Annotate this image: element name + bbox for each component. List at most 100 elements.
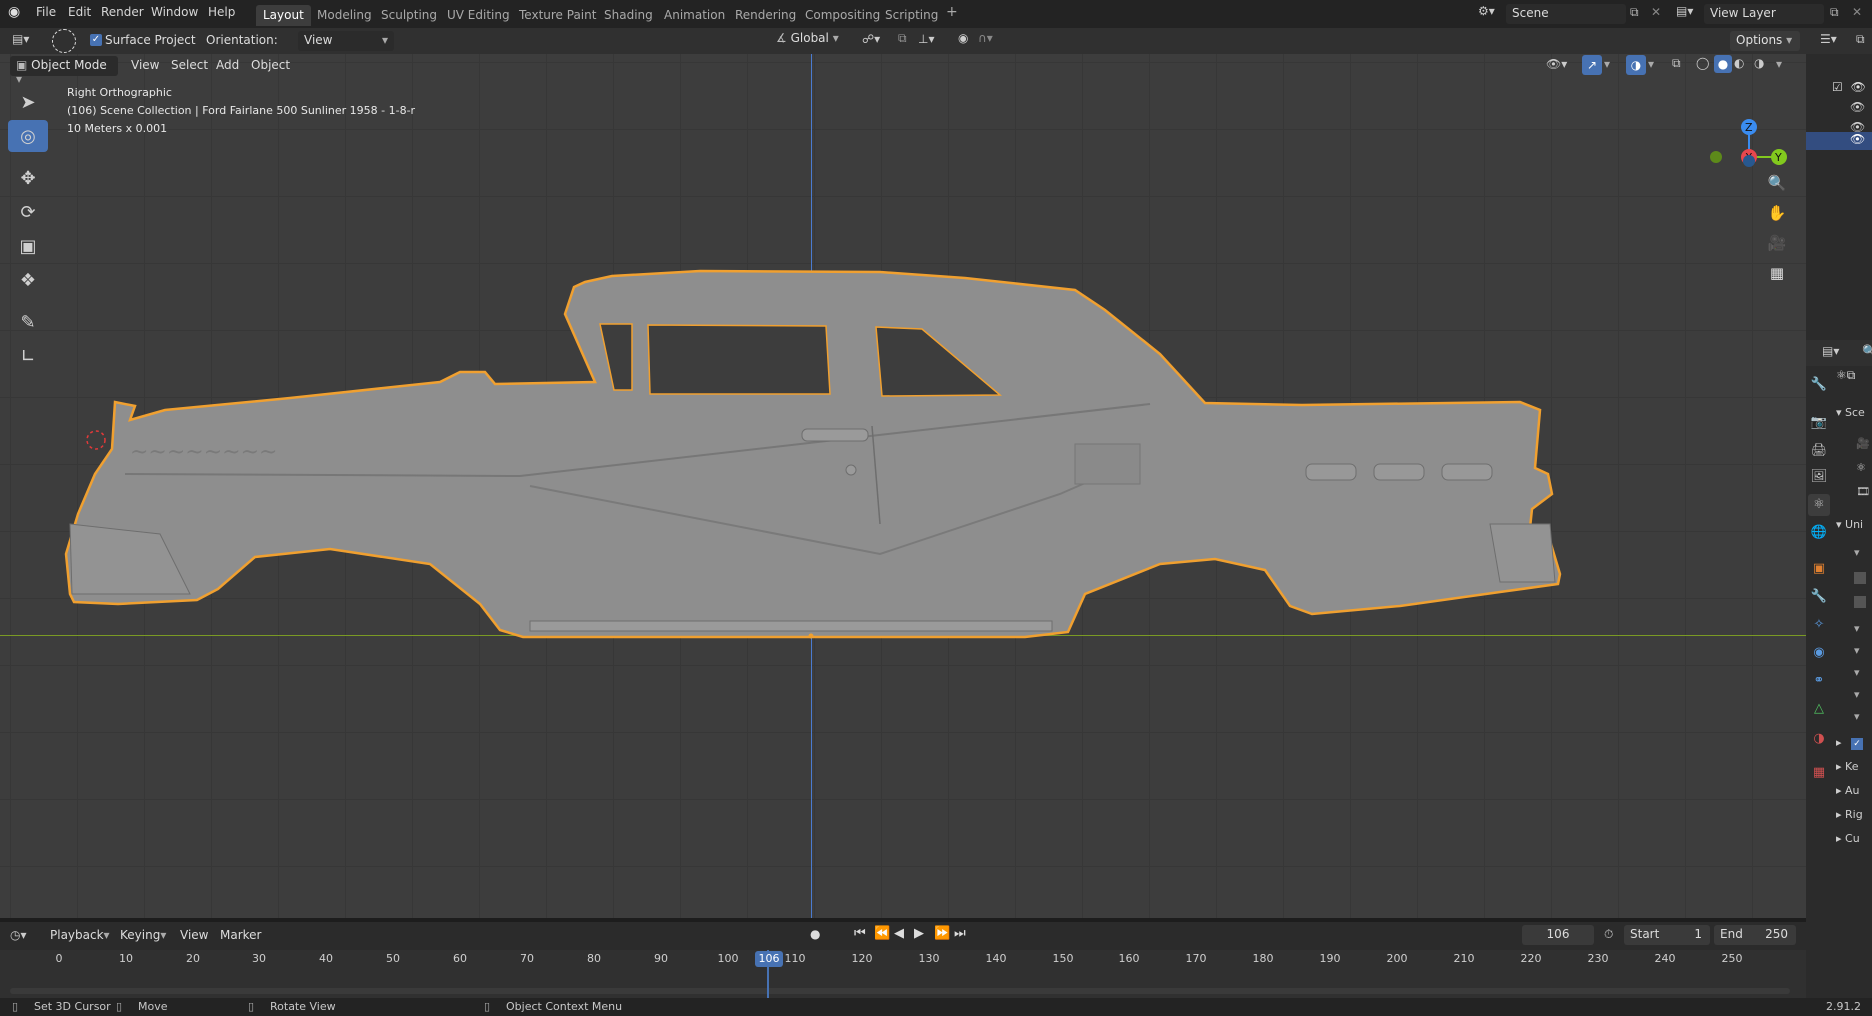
camera-row-icon[interactable]: 🎥: [1856, 437, 1870, 450]
outliner-row[interactable]: ☑ 👁: [1832, 80, 1872, 98]
active-clip-row-icon[interactable]: 🎞: [1856, 485, 1870, 498]
timeline-menu-view[interactable]: View: [180, 928, 208, 942]
jump-end-icon[interactable]: ⏭: [954, 926, 966, 941]
add-workspace-button[interactable]: +: [946, 4, 958, 20]
gizmo-neg-y-ball[interactable]: [1710, 151, 1722, 163]
jump-next-keyframe-icon[interactable]: ⏩: [934, 926, 950, 941]
record-keyframe-icon[interactable]: ●: [810, 927, 820, 941]
properties-editor-icon[interactable]: ▤▾: [1822, 344, 1839, 358]
texture-tab-icon[interactable]: ▦: [1808, 762, 1830, 784]
current-frame-field[interactable]: 106: [1522, 925, 1594, 945]
menu-help[interactable]: Help: [208, 5, 235, 19]
gravity-checkbox[interactable]: ✓: [1851, 738, 1864, 750]
physics-tab-icon[interactable]: ◉: [1808, 642, 1830, 664]
chevron-down-icon[interactable]: ▾: [1854, 622, 1860, 635]
surface-project-checkbox[interactable]: ✓: [90, 34, 102, 46]
material-tab-icon[interactable]: ◑: [1808, 728, 1830, 750]
outliner-filter-icon[interactable]: ⧉: [1856, 32, 1865, 47]
view-layer-selector-icon[interactable]: ▤▾: [1676, 4, 1693, 18]
editor-type-icon[interactable]: ▤▾: [12, 32, 29, 46]
modifier-tab-icon[interactable]: 🔧: [1808, 586, 1830, 608]
scene-tab-icon[interactable]: ⚛: [1808, 494, 1830, 516]
separate-units-checkbox[interactable]: [1854, 596, 1866, 608]
tool-tab-icon[interactable]: 🔧: [1808, 374, 1830, 396]
chevron-down-icon[interactable]: ▾: [1854, 688, 1860, 701]
menu-render[interactable]: Render: [101, 5, 144, 19]
new-view-layer-icon[interactable]: ⧉: [1830, 5, 1839, 20]
pivot-point-icon[interactable]: ☍▾: [862, 32, 880, 46]
chevron-down-icon[interactable]: ▾: [1854, 710, 1860, 723]
particles-tab-icon[interactable]: ✧: [1808, 614, 1830, 636]
jump-start-icon[interactable]: ⏮: [854, 926, 866, 941]
menu-file[interactable]: File: [36, 5, 56, 19]
keying-sets-panel-header[interactable]: ▸ Ke: [1836, 760, 1858, 773]
remove-view-layer-icon[interactable]: ✕: [1852, 5, 1862, 19]
car-model[interactable]: ~~~~~~~~: [0, 54, 1806, 918]
new-scene-icon[interactable]: ⧉: [1630, 5, 1639, 20]
outliner-editor-icon[interactable]: ☰▾: [1820, 32, 1837, 46]
blender-logo-icon[interactable]: ◉: [8, 4, 26, 22]
tab-animation[interactable]: Animation: [657, 5, 732, 26]
scene-panel-header[interactable]: ▾ Sce: [1836, 406, 1865, 419]
rigid-body-panel-header[interactable]: ▸ Rig: [1836, 808, 1863, 821]
options-dropdown[interactable]: Options ▾: [1730, 31, 1800, 51]
unit-scale-field[interactable]: [1854, 572, 1866, 584]
ortho-grid-icon[interactable]: ▦: [1764, 260, 1790, 286]
data-tab-icon[interactable]: △: [1808, 698, 1830, 720]
end-frame-field[interactable]: End 250: [1714, 925, 1796, 945]
visibility-eye-icon[interactable]: 👁: [1850, 132, 1865, 146]
tab-uv-editing[interactable]: UV Editing: [440, 5, 517, 26]
falloff-icon[interactable]: ∩▾: [978, 31, 993, 45]
camera-view-icon[interactable]: 🎥: [1764, 230, 1790, 256]
audio-panel-header[interactable]: ▸ Au: [1836, 784, 1860, 797]
outliner-row-selected[interactable]: 👁: [1806, 132, 1872, 150]
scene-selector-icon[interactable]: ⚙▾: [1478, 4, 1500, 24]
units-panel-header[interactable]: ▾ Uni: [1836, 518, 1863, 531]
jump-prev-keyframe-icon[interactable]: ⏪: [874, 926, 890, 941]
object-tab-icon[interactable]: ▣: [1808, 558, 1830, 580]
tab-shading[interactable]: Shading: [597, 5, 660, 26]
gizmo-neg-z-ball[interactable]: [1743, 155, 1755, 167]
tab-compositing[interactable]: Compositing: [798, 5, 887, 26]
background-scene-row-icon[interactable]: ⚛: [1856, 461, 1866, 474]
view-layer-tab-icon[interactable]: 🖼: [1808, 466, 1830, 488]
menu-window[interactable]: Window: [151, 5, 198, 19]
tab-sculpting[interactable]: Sculpting: [374, 5, 444, 26]
tab-scripting[interactable]: Scripting: [878, 5, 945, 26]
play-icon[interactable]: ▶: [914, 926, 924, 941]
tab-modeling[interactable]: Modeling: [310, 5, 379, 26]
menu-edit[interactable]: Edit: [68, 5, 91, 19]
cursor-tool-icon[interactable]: [52, 29, 76, 53]
timeline-editor-type-icon[interactable]: ◷▾: [10, 928, 27, 942]
play-reverse-icon[interactable]: ◀: [894, 926, 904, 941]
timeline-scrollbar[interactable]: [10, 988, 1790, 994]
world-tab-icon[interactable]: 🌐: [1808, 522, 1830, 544]
view-layer-field[interactable]: View Layer: [1704, 4, 1824, 24]
snap-target-icon[interactable]: ⊥▾: [918, 32, 934, 46]
custom-props-panel-header[interactable]: ▸ Cu: [1836, 832, 1860, 845]
properties-search-icon[interactable]: 🔍: [1862, 344, 1872, 358]
visibility-eye-icon[interactable]: 👁: [1851, 80, 1866, 94]
3d-viewport[interactable]: ▣ Object Mode ▾ View Select Add Object 👁…: [0, 54, 1806, 918]
proportional-edit-icon[interactable]: ◉: [958, 31, 968, 45]
zoom-icon[interactable]: 🔍: [1764, 170, 1790, 196]
navigation-gizmo[interactable]: Z Y X: [1700, 84, 1800, 184]
constraints-tab-icon[interactable]: ⚭: [1808, 670, 1830, 692]
tab-rendering[interactable]: Rendering: [728, 5, 803, 26]
tab-layout[interactable]: Layout: [256, 5, 311, 26]
snap-toggle-icon[interactable]: ⧉: [898, 31, 907, 46]
visibility-eye-icon[interactable]: 👁: [1850, 100, 1865, 114]
output-tab-icon[interactable]: 🖨: [1808, 440, 1830, 462]
remove-scene-icon[interactable]: ✕: [1651, 5, 1661, 19]
timeline-menu-keying[interactable]: Keying▾: [120, 928, 166, 942]
chevron-down-icon[interactable]: ▾: [1854, 666, 1860, 679]
timeline-menu-playback[interactable]: Playback▾: [50, 928, 110, 942]
chevron-down-icon[interactable]: ▾: [1854, 644, 1860, 657]
tab-texture-paint[interactable]: Texture Paint: [512, 5, 603, 26]
start-frame-field[interactable]: Start 1: [1624, 925, 1710, 945]
orientation-dropdown[interactable]: View ▾: [298, 31, 394, 51]
gravity-panel-header[interactable]: ▸ ✓: [1836, 736, 1864, 750]
render-tab-icon[interactable]: 📷: [1808, 412, 1830, 434]
scene-name-field[interactable]: Scene: [1506, 4, 1626, 24]
preview-range-icon[interactable]: ⏱: [1604, 927, 1613, 942]
